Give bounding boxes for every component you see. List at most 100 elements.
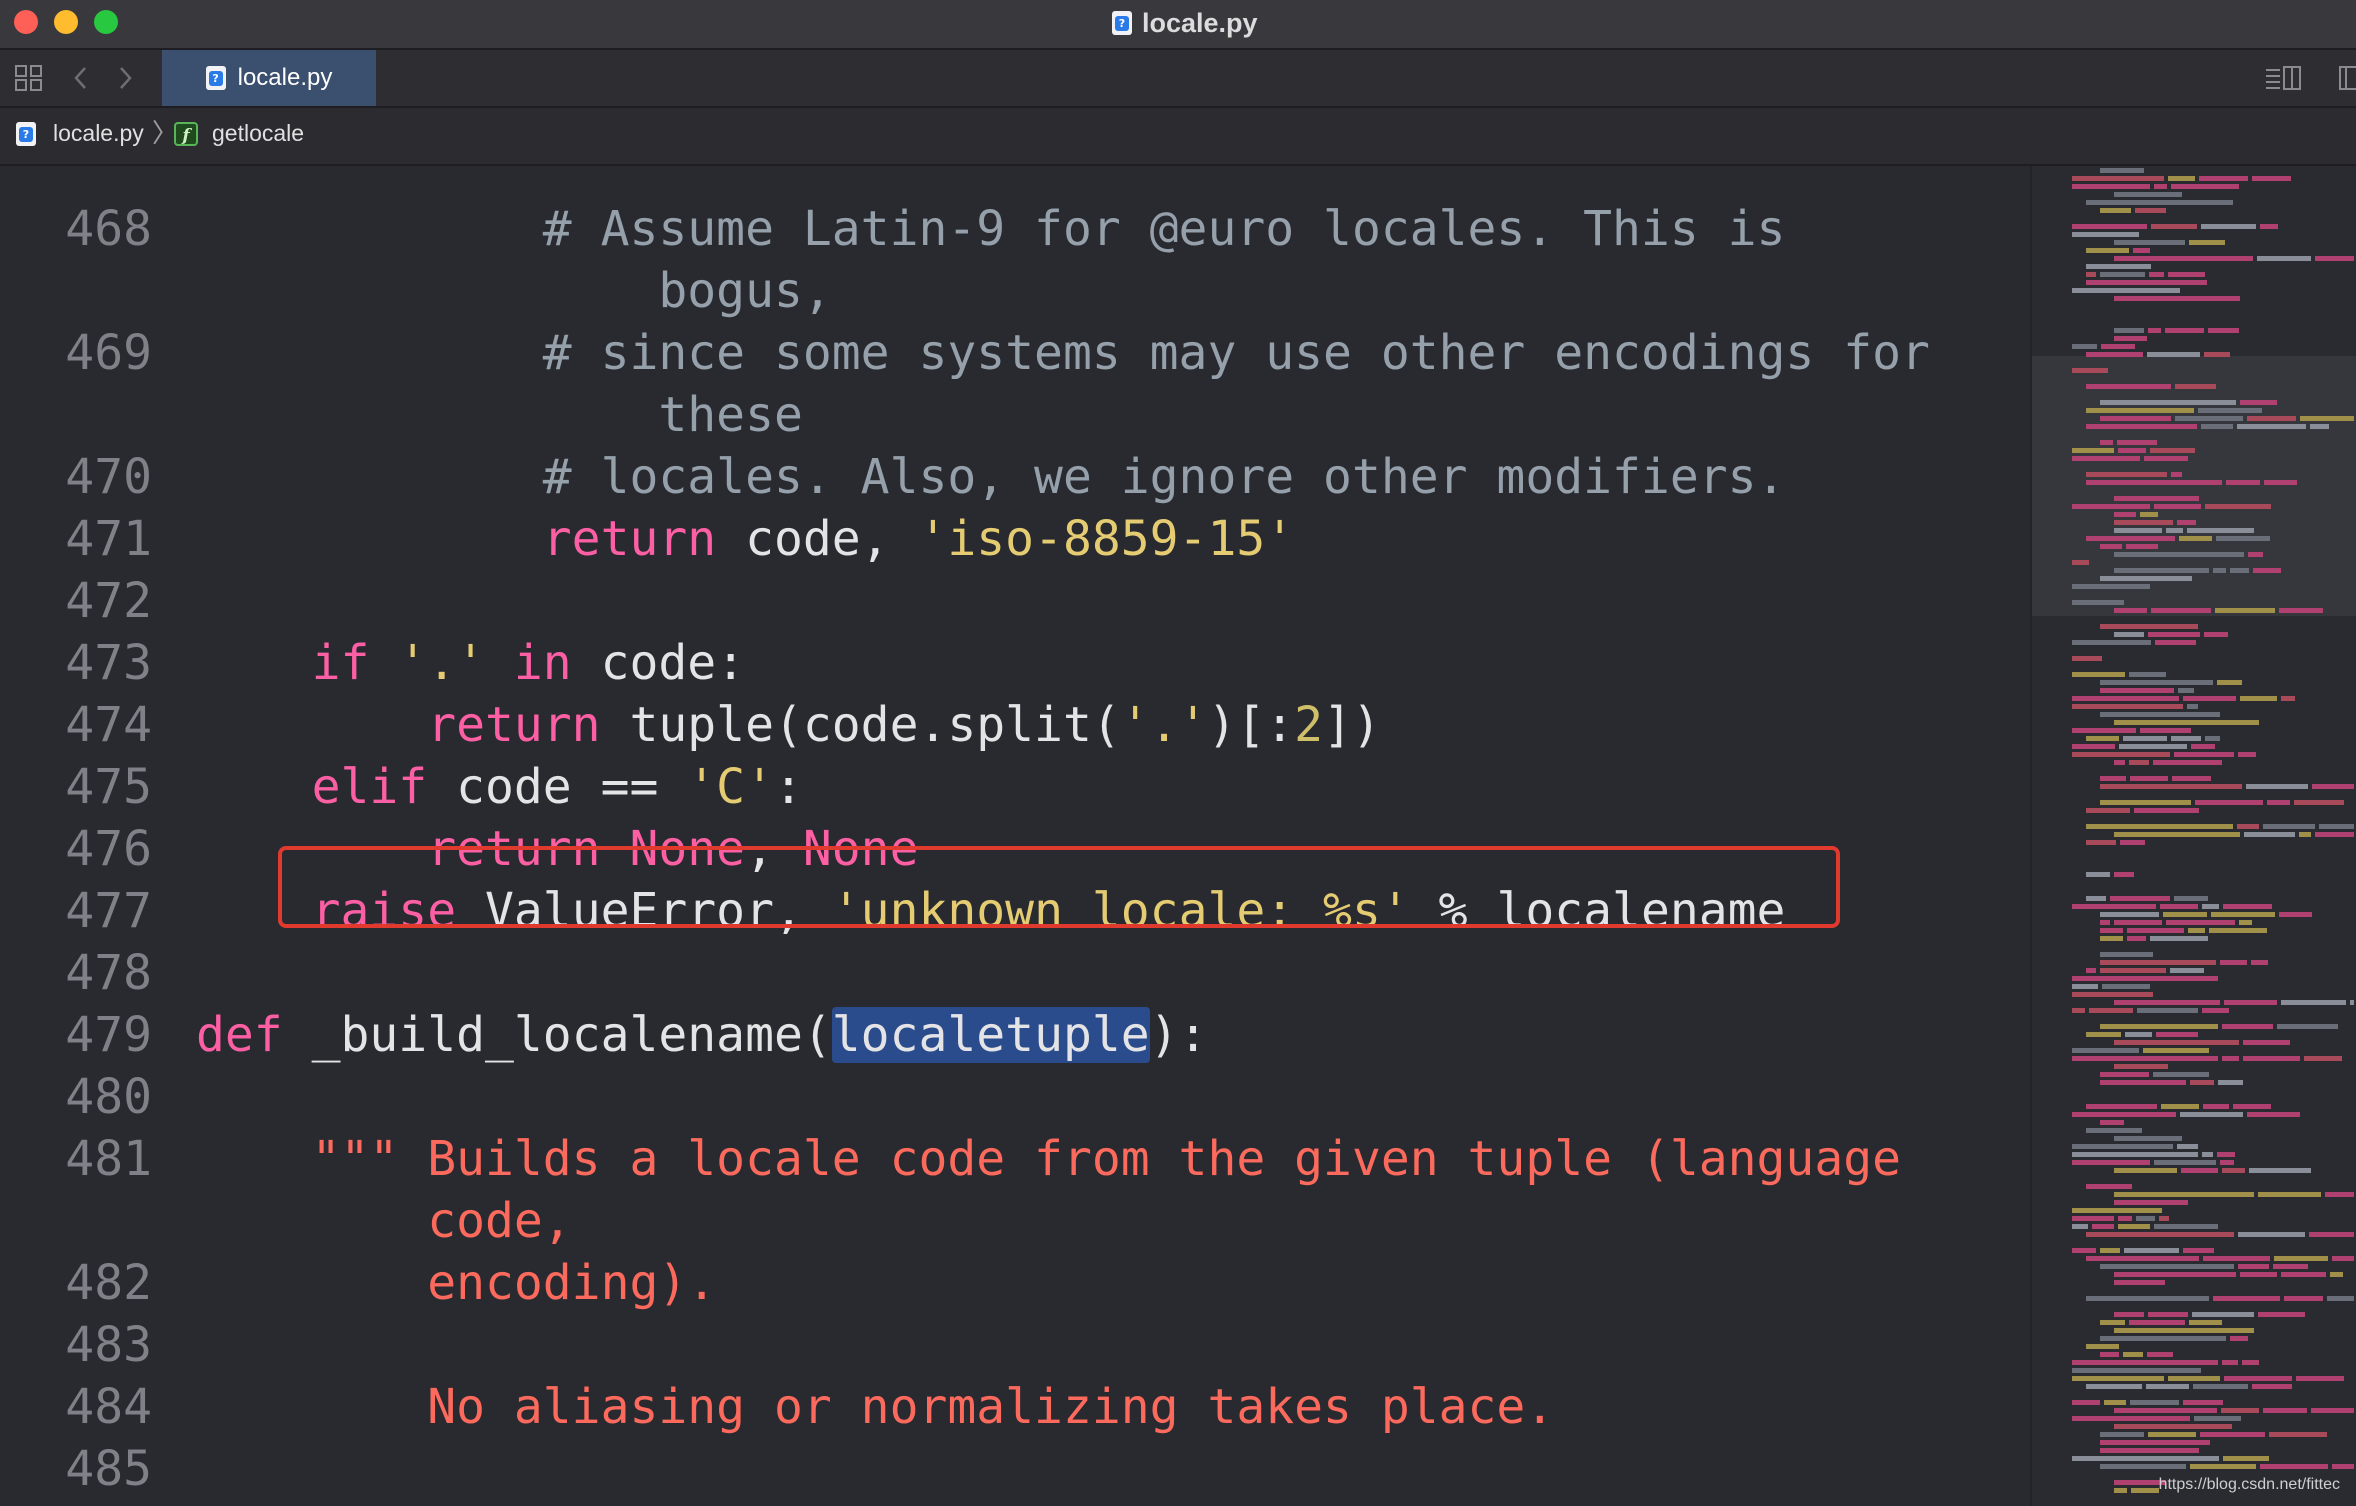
minimap-line — [2205, 504, 2271, 509]
minimap-line — [2171, 736, 2201, 741]
minimap[interactable] — [2030, 166, 2356, 1506]
minimap-line — [2114, 1200, 2188, 1205]
split-editor-icon[interactable] — [2336, 63, 2356, 93]
minimap-line — [2127, 936, 2146, 941]
minimap-line — [2100, 1336, 2226, 1341]
code-line[interactable]: """ Builds a locale code from the given … — [196, 1128, 1901, 1190]
code-line[interactable]: return tuple(code.split('.')[:2]) — [196, 694, 1381, 756]
minimap-line — [2072, 1208, 2162, 1213]
minimap-line — [2274, 1256, 2328, 1261]
code-line[interactable]: these — [196, 384, 803, 446]
minimap-line — [2260, 224, 2278, 229]
zoom-window-button[interactable] — [94, 10, 118, 34]
line-number: 472 — [65, 573, 152, 629]
minimap-line — [2216, 536, 2270, 541]
code-token: if — [311, 635, 370, 691]
close-window-button[interactable] — [14, 10, 38, 34]
minimap-line — [2178, 688, 2194, 693]
minimap-line — [2330, 1272, 2343, 1277]
code-line[interactable]: return code, 'iso-8859-15' — [196, 508, 1294, 570]
minimap-line — [2177, 1144, 2198, 1149]
minimap-line — [2100, 1080, 2186, 1085]
minimap-line — [2177, 520, 2196, 525]
breadcrumb-function[interactable]: getlocale — [212, 120, 304, 147]
back-chevron-icon[interactable] — [66, 63, 96, 93]
minimap-line — [2151, 608, 2211, 613]
minimap-line — [2222, 1024, 2273, 1029]
function-icon: f — [174, 122, 198, 146]
line-number: 471 — [65, 511, 152, 567]
minimap-line — [2202, 904, 2219, 909]
minimap-line — [2100, 1440, 2210, 1445]
minimap-line — [2140, 728, 2191, 733]
minimap-line — [2100, 952, 2153, 957]
minimap-line — [2110, 896, 2170, 901]
code-line[interactable]: # Assume Latin-9 for @euro locales. This… — [196, 198, 1786, 260]
minimize-window-button[interactable] — [54, 10, 78, 34]
minimap-line — [2203, 1104, 2229, 1109]
minimap-line — [2257, 256, 2311, 261]
minimap-line — [2072, 1152, 2198, 1157]
minimap-line — [2129, 1320, 2185, 1325]
minimap-line — [2101, 344, 2135, 349]
code-line[interactable]: code, — [196, 1190, 572, 1252]
code-line[interactable]: if '.' in code: — [196, 632, 746, 694]
minimap-line — [2100, 712, 2220, 717]
code-line[interactable]: bogus, — [196, 260, 831, 322]
editor-options-icon[interactable] — [2264, 63, 2304, 93]
code-line[interactable]: def _build_localename(localetuple): — [196, 1004, 1207, 1066]
grid-icon[interactable] — [14, 63, 44, 93]
minimap-line — [2118, 1224, 2150, 1229]
minimap-line — [2294, 800, 2344, 805]
code-line[interactable]: No aliasing or normalizing takes place. — [196, 1376, 1554, 1438]
minimap-line — [2100, 208, 2131, 213]
minimap-line — [2221, 1408, 2259, 1413]
forward-chevron-icon[interactable] — [110, 63, 140, 93]
minimap-line — [2304, 1056, 2342, 1061]
breadcrumb-file[interactable]: locale.py — [53, 120, 144, 147]
minimap-line — [2114, 760, 2125, 765]
minimap-line — [2135, 208, 2166, 213]
minimap-line — [2149, 272, 2164, 277]
minimap-line — [2100, 1120, 2124, 1125]
line-number: 477 — [65, 883, 152, 939]
line-number: 486 — [0, 1500, 152, 1506]
minimap-line — [2153, 760, 2222, 765]
minimap-line — [2072, 752, 2170, 757]
minimap-line — [2163, 912, 2207, 917]
minimap-line — [2140, 512, 2158, 517]
minimap-line — [2190, 1464, 2256, 1469]
minimap-line — [2217, 680, 2242, 685]
minimap-line — [2154, 504, 2201, 509]
tab-locale-py[interactable]: ? locale.py — [162, 50, 376, 106]
minimap-line — [2332, 1256, 2354, 1261]
minimap-line — [2269, 1432, 2327, 1437]
minimap-line — [2160, 904, 2198, 909]
line-number: 482 — [65, 1255, 152, 1311]
code-token: # since some systems may use other encod… — [196, 325, 1930, 381]
code-line[interactable]: # locales. Also, we ignore other modifie… — [196, 446, 1786, 508]
minimap-line — [2100, 1320, 2125, 1325]
minimap-line — [2114, 328, 2144, 333]
code-line[interactable]: # since some systems may use other encod… — [196, 322, 1930, 384]
minimap-line — [2187, 704, 2198, 709]
minimap-line — [2168, 272, 2205, 277]
code-editor[interactable]: 468 # Assume Latin-9 for @euro locales. … — [0, 166, 2030, 1506]
minimap-line — [2092, 1224, 2114, 1229]
code-line[interactable]: """ — [196, 1500, 399, 1506]
minimap-line — [2072, 1456, 2219, 1461]
minimap-line — [2100, 1072, 2149, 1077]
minimap-viewport[interactable] — [2032, 356, 2356, 616]
minimap-line — [2072, 1376, 2164, 1381]
code-token: code, — [716, 511, 919, 567]
python-file-icon[interactable]: ? — [16, 122, 36, 146]
code-line[interactable]: elif code == 'C': — [196, 756, 803, 818]
code-line[interactable]: encoding). — [196, 1252, 716, 1314]
minimap-line — [2151, 224, 2197, 229]
minimap-line — [2100, 416, 2171, 421]
minimap-line — [2243, 1040, 2290, 1045]
minimap-line — [2240, 1272, 2277, 1277]
minimap-line — [2072, 560, 2089, 565]
minimap-line — [2089, 1008, 2133, 1013]
